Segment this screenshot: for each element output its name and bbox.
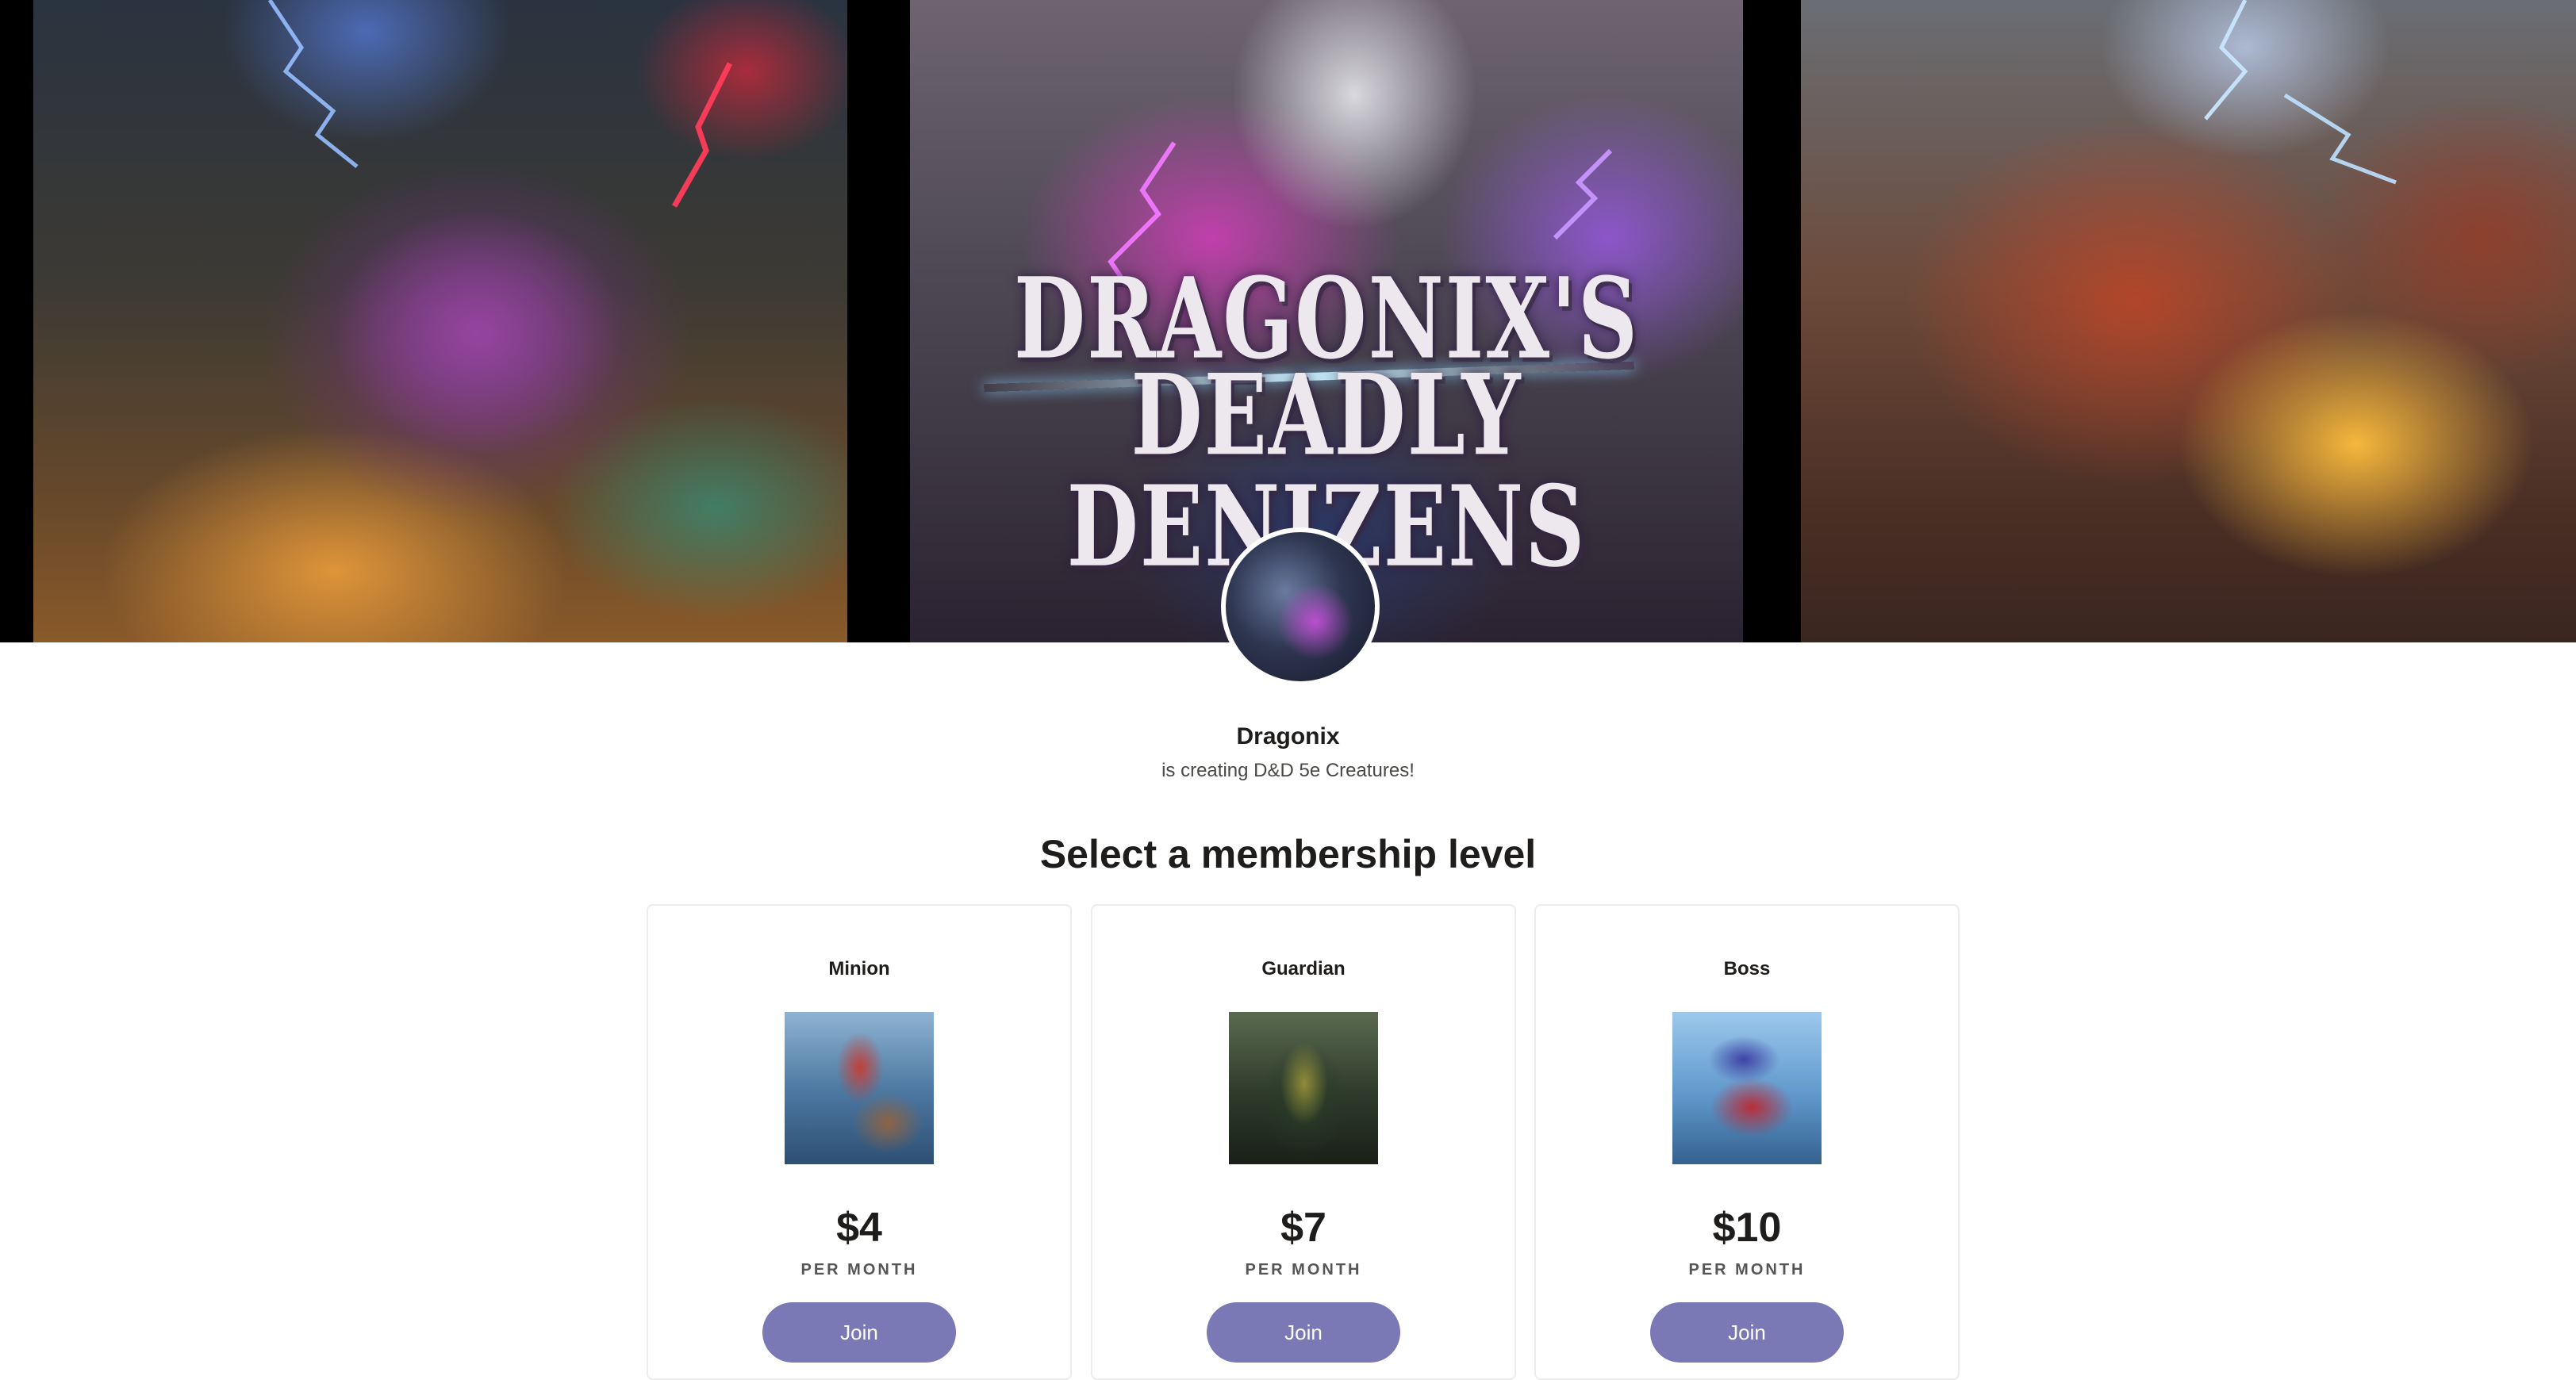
tier-price: $7 <box>1280 1205 1326 1251</box>
tier-period: PER MONTH <box>1245 1261 1362 1278</box>
creator-name[interactable]: Dragonix <box>0 723 2576 750</box>
tier-image <box>1229 1012 1378 1164</box>
tier-card-boss: Boss $10 PER MONTH Join <box>1534 904 1960 1380</box>
creator-avatar[interactable] <box>1221 527 1380 686</box>
tier-price: $4 <box>836 1205 882 1251</box>
join-button-boss[interactable]: Join <box>1650 1302 1844 1363</box>
tier-card-guardian: Guardian $7 PER MONTH Join <box>1091 904 1516 1380</box>
tier-image <box>1672 1012 1822 1164</box>
tier-price: $10 <box>1712 1205 1782 1251</box>
tier-image <box>785 1012 934 1164</box>
join-button-guardian[interactable]: Join <box>1207 1302 1400 1363</box>
join-button-minion[interactable]: Join <box>762 1302 956 1363</box>
tier-period: PER MONTH <box>1688 1261 1806 1278</box>
creator-tagline: is creating D&D 5e Creatures! <box>1161 760 1415 781</box>
tier-name: Boss <box>1723 958 1771 979</box>
tier-name: Minion <box>828 958 890 979</box>
membership-heading: Select a membership level <box>1039 832 1537 876</box>
tier-name: Guardian <box>1261 958 1346 979</box>
tier-card-minion: Minion $4 PER MONTH Join <box>647 904 1072 1380</box>
tier-period: PER MONTH <box>800 1261 918 1278</box>
